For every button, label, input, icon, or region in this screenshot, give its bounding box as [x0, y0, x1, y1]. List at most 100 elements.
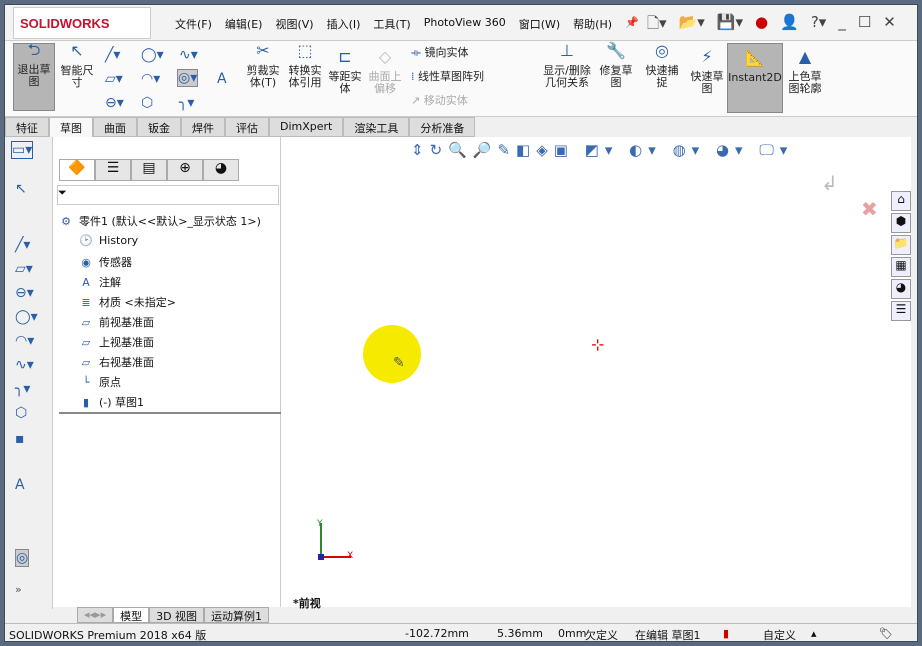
tree-item-front-plane[interactable]: ▱ 前视基准面 — [79, 314, 154, 330]
menu-view[interactable]: 视图(V) — [275, 16, 313, 32]
help-icon[interactable]: ?▾ — [811, 13, 827, 38]
rapid-sketch-button[interactable]: ⚡ 快速草图 — [689, 49, 725, 95]
tag-icon[interactable]: 🏷 — [879, 627, 893, 640]
solidworks-logo[interactable]: SOLIDWORKS — [13, 7, 151, 39]
convert-entities-button[interactable]: ⬚ 转换实体引用 — [285, 43, 325, 89]
rebuild-icon[interactable]: ● — [755, 13, 768, 38]
quick-snaps-button[interactable]: ◎ 快速捕捉 — [645, 43, 679, 89]
dimxpert-tab[interactable]: ⊕ — [167, 159, 203, 181]
cancel-corner-icon[interactable]: ✖ — [861, 197, 878, 221]
tab-weldments[interactable]: 焊件 — [181, 117, 225, 137]
text-icon[interactable]: A — [217, 71, 227, 87]
tree-filter[interactable]: ⏷ — [57, 185, 279, 205]
tree-item-right-plane[interactable]: ▱ 右视基准面 — [79, 354, 154, 370]
tree-item-sketch1[interactable]: ▮ (-) 草图1 — [79, 394, 144, 410]
tree-item-history[interactable]: 🕑 History — [79, 234, 138, 247]
menu-insert[interactable]: 插入(I) — [327, 16, 361, 32]
tab-3d-views[interactable]: 3D 视图 — [149, 607, 205, 623]
spline-icon[interactable]: ∿▾ — [15, 357, 34, 373]
select-icon[interactable]: ▭▾ — [11, 141, 34, 159]
menu-photoview[interactable]: PhotoView 360 — [424, 16, 506, 32]
tab-analysis-prep[interactable]: 分析准备 — [409, 117, 476, 137]
fillet-icon[interactable]: ╮▾ — [179, 95, 194, 111]
arc-icon[interactable]: ◠▾ — [15, 333, 34, 349]
confirm-corner-icon[interactable]: ↲ — [821, 171, 838, 195]
menu-window[interactable]: 窗口(W) — [519, 16, 560, 32]
tab-features[interactable]: 特征 — [5, 117, 49, 137]
tree-item-annotations[interactable]: A 注解 — [79, 274, 121, 290]
open-icon[interactable]: 📂▾ — [679, 13, 705, 38]
menu-tools[interactable]: 工具(T) — [373, 16, 410, 32]
tab-motion-study[interactable]: 运动算例1 — [204, 607, 270, 623]
units-arrow-icon[interactable]: ▴ — [811, 627, 817, 640]
tab-scroll-arrows[interactable]: ◂◂▸▸ — [77, 607, 114, 623]
menu-edit[interactable]: 编辑(E) — [225, 16, 263, 32]
point-icon[interactable]: ▪ — [15, 431, 25, 447]
graphics-area[interactable]: ⇕↻🔍🔎✎◧◈▣ ◩▾ ◐▾ ◍▾ ◕▾ 🖵▾ ↲ ✖ ✎ ⊹ Y X *前视 — [281, 137, 911, 610]
move-entities-button[interactable]: ↗ 移动实体 — [411, 95, 468, 107]
polygon-icon[interactable]: ⬡ — [141, 95, 153, 111]
display-manager-tab[interactable]: ◕ — [203, 159, 239, 181]
slot-icon[interactable]: ⊖▾ — [105, 95, 124, 111]
rectangle-icon[interactable]: ▱▾ — [15, 261, 33, 277]
ellipse-icon[interactable]: ◎▾ — [177, 69, 199, 87]
tree-item-origin[interactable]: └ 原点 — [79, 374, 121, 390]
tab-dimxpert[interactable]: DimXpert — [269, 117, 344, 137]
tree-item-material[interactable]: ≣ 材质 <未指定> — [79, 294, 176, 310]
menu-help[interactable]: 帮助(H) — [573, 16, 612, 32]
rectangle-icon[interactable]: ▱▾ — [105, 71, 123, 87]
tree-root[interactable]: ⚙ 零件1 (默认<<默认>_显示状态 1>) — [59, 213, 261, 229]
trim-button[interactable]: ✂ 剪裁实体(T) — [243, 43, 283, 89]
minimize-button[interactable]: _ — [838, 13, 846, 38]
tab-evaluate[interactable]: 评估 — [225, 117, 269, 137]
surface-offset-button[interactable]: ◇ 曲面上偏移 — [367, 49, 403, 95]
tab-surfaces[interactable]: 曲面 — [93, 117, 137, 137]
view-toolbar-icons[interactable]: ⇕↻🔍🔎✎◧◈▣ ◩▾ ◐▾ ◍▾ ◕▾ 🖵▾ — [411, 141, 793, 159]
tab-sheet-metal[interactable]: 钣金 — [137, 117, 181, 137]
units-selector[interactable]: 自定义 — [763, 627, 796, 643]
line-icon[interactable]: ╱▾ — [105, 47, 120, 63]
user-icon[interactable]: 👤 — [780, 13, 799, 38]
design-library-icon[interactable]: ⬢ — [891, 213, 911, 233]
repair-sketch-button[interactable]: 🔧 修复草图 — [599, 43, 633, 89]
maximize-button[interactable]: ☐ — [858, 13, 871, 38]
offset-button[interactable]: ⊏ 等距实体 — [327, 49, 363, 95]
spline-icon[interactable]: ∿▾ — [179, 47, 198, 63]
tree-item-sensors[interactable]: ◉ 传感器 — [79, 254, 132, 270]
file-explorer-icon[interactable]: 📁 — [891, 235, 911, 255]
circle-icon[interactable]: ◯▾ — [15, 309, 38, 325]
line-icon[interactable]: ╱▾ — [15, 237, 30, 253]
property-manager-tab[interactable]: ☰ — [95, 159, 131, 181]
linear-pattern-button[interactable]: ⁞ 线性草图阵列 — [411, 71, 484, 83]
home-icon[interactable]: ⌂ — [891, 191, 911, 211]
pin-icon[interactable]: 📌 — [625, 16, 639, 32]
tab-render-tools[interactable]: 渲染工具 — [343, 117, 410, 137]
appearances-icon[interactable]: ◕ — [891, 279, 911, 299]
exit-sketch-button[interactable]: ⮌ 退出草图 — [13, 42, 55, 111]
circle-icon[interactable]: ◯▾ — [141, 47, 164, 63]
tree-item-top-plane[interactable]: ▱ 上视基准面 — [79, 334, 154, 350]
configuration-tab[interactable]: ▤ — [131, 159, 167, 181]
menu-file[interactable]: 文件(F) — [175, 16, 212, 32]
shaded-sketch-button[interactable]: ▲ 上色草图轮廓 — [785, 49, 825, 95]
custom-properties-icon[interactable]: ☰ — [891, 301, 911, 321]
relations-button[interactable]: ⊥ 显示/删除几何关系 — [541, 43, 593, 89]
text-icon[interactable]: A — [15, 477, 25, 493]
instant2d-button[interactable]: 📐 Instant2D — [727, 43, 783, 113]
smart-dimension-button[interactable]: ↖ 智能尺寸 — [59, 43, 95, 89]
tab-sketch[interactable]: 草图 — [49, 117, 93, 137]
new-icon[interactable]: 🗋▾ — [647, 13, 667, 38]
arc-icon[interactable]: ◠▾ — [141, 71, 160, 87]
view-palette-icon[interactable]: ▦ — [891, 257, 911, 277]
expand-icon[interactable]: » — [15, 583, 22, 596]
ellipse-icon[interactable]: ◎ — [15, 549, 30, 567]
fillet-icon[interactable]: ╮▾ — [15, 381, 30, 397]
smart-dimension-icon[interactable]: ↖ — [15, 181, 27, 197]
feature-tree-tab[interactable]: 🔶 — [59, 159, 95, 181]
tab-model[interactable]: 模型 — [113, 607, 150, 623]
mirror-button[interactable]: ⟛ 镜向实体 — [411, 47, 468, 59]
save-icon[interactable]: 💾▾ — [717, 13, 743, 38]
slot-icon[interactable]: ⊖▾ — [15, 285, 34, 301]
close-button[interactable]: ✕ — [883, 13, 896, 38]
polygon-icon[interactable]: ⬡ — [15, 405, 27, 421]
